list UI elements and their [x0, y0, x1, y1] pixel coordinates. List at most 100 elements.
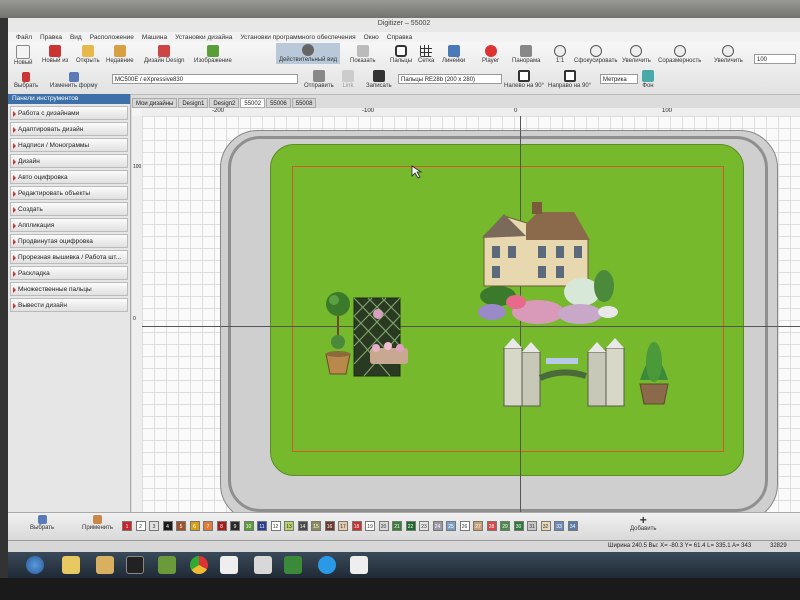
color-swatch[interactable]: 6 [189, 521, 200, 531]
panel-item-cutwork[interactable]: Прорезная вышивка / Работа шт... [10, 250, 128, 264]
tab-design2[interactable]: Design2 [209, 98, 240, 108]
design-canvas[interactable] [142, 116, 800, 512]
menu-window[interactable]: Окно [364, 34, 379, 41]
color-swatch[interactable]: 10 [243, 521, 254, 531]
gate-motif[interactable] [503, 338, 625, 407]
excel-icon[interactable] [284, 556, 302, 574]
hoops-button[interactable]: Пальцы [390, 45, 412, 64]
color-swatch[interactable]: 4 [162, 521, 173, 531]
color-swatch[interactable]: 21 [392, 521, 402, 531]
zoom-in-button[interactable]: Увеличить [622, 45, 651, 64]
color-swatch[interactable]: 1 [122, 521, 132, 531]
machine-select[interactable]: MC500E / eXpressive830 [112, 74, 298, 84]
tab-55002[interactable]: 55002 [240, 98, 266, 108]
real-view-button[interactable]: Действительный вид [276, 43, 341, 64]
color-swatch[interactable]: 19 [365, 521, 375, 531]
zoom-out-button[interactable]: Увеличить [714, 45, 743, 64]
show-button[interactable]: Показать [350, 45, 376, 64]
cypress-pot-motif[interactable] [639, 342, 669, 405]
digitizer-app-icon[interactable] [220, 556, 238, 574]
color-swatch[interactable]: 14 [297, 521, 308, 531]
skype-icon[interactable] [318, 556, 336, 574]
color-swatch[interactable]: 2 [135, 521, 146, 531]
color-swatch[interactable]: 15 [311, 521, 321, 531]
panel-item-design[interactable]: Дизайн [10, 154, 128, 168]
hoop-size-select[interactable]: Пальцы RE28b (200 x 280) [398, 74, 502, 84]
send-button[interactable]: Отправить [304, 70, 334, 89]
image-button[interactable]: Изображение [194, 45, 232, 64]
color-swatch[interactable]: 33 [554, 521, 564, 531]
pen-app-icon[interactable] [158, 556, 176, 574]
grid-button[interactable]: Сетка [418, 45, 434, 64]
start-button-icon[interactable] [26, 556, 44, 574]
panel-item-multi-hoop[interactable]: Множественные пальцы [10, 282, 128, 296]
panel-item-auto-digitize[interactable]: Авто оцифровка [10, 170, 128, 184]
color-swatch[interactable]: 7 [203, 521, 213, 531]
write-button[interactable]: Записать [366, 70, 392, 89]
color-swatch[interactable]: 26 [459, 521, 470, 531]
select-tool-button[interactable]: Выбрать [14, 72, 38, 89]
background-button[interactable]: Фон [642, 70, 654, 89]
panorama-button[interactable]: Панорама [512, 45, 540, 64]
color-swatch[interactable]: 31 [527, 521, 537, 531]
color-swatch[interactable]: 11 [257, 521, 267, 531]
modify-shape-button[interactable]: Изменить форму [50, 72, 98, 89]
zoom-1to1-button[interactable]: 1:1 [554, 45, 566, 64]
units-select[interactable]: Метрика [600, 74, 638, 84]
color-swatch[interactable]: 8 [216, 521, 227, 531]
doc-app-icon[interactable] [254, 556, 272, 574]
color-swatch[interactable]: 17 [338, 521, 348, 531]
color-swatch[interactable]: 23 [419, 521, 429, 531]
panel-item-adapt-design[interactable]: Адаптировать дизайн [10, 122, 128, 136]
tab-55008[interactable]: 55008 [291, 98, 317, 108]
color-swatch[interactable]: 27 [473, 521, 483, 531]
menu-layout[interactable]: Расположение [90, 34, 134, 41]
color-swatch[interactable]: 16 [324, 521, 335, 531]
color-select-button[interactable]: Выбрать [30, 515, 54, 531]
rulers-button[interactable]: Линейки [442, 45, 465, 64]
folder-icon[interactable] [96, 556, 114, 574]
menu-file[interactable]: Файл [16, 34, 32, 41]
link-button[interactable]: Link [342, 70, 354, 89]
add-color-button[interactable]: + Добавить [630, 514, 657, 532]
color-swatch[interactable]: 30 [513, 521, 524, 531]
panel-item-advanced-digitize[interactable]: Продвинутая оцифровка [10, 234, 128, 248]
color-swatch[interactable]: 13 [284, 521, 294, 531]
explorer-icon[interactable] [62, 556, 80, 574]
new-from-button[interactable]: Новый из [42, 45, 68, 64]
player-button[interactable]: Player [482, 45, 499, 64]
menu-software-settings[interactable]: Установки программного обеспечения [240, 34, 355, 41]
trellis-motif[interactable] [353, 297, 408, 377]
recent-button[interactable]: Недавние [106, 45, 134, 64]
color-swatch[interactable]: 28 [486, 521, 497, 531]
color-swatch[interactable]: 18 [351, 521, 362, 531]
rotate-right-button[interactable]: Направо на 90° [548, 70, 591, 89]
panel-item-create[interactable]: Создать [10, 202, 128, 216]
panel-item-applique[interactable]: Аппликация [10, 218, 128, 232]
menu-edit[interactable]: Правка [40, 34, 62, 41]
focus-button[interactable]: Сфокусировать [574, 45, 617, 64]
panel-item-work-with-designs[interactable]: Работа с дизайнами [10, 106, 128, 120]
color-swatch[interactable]: 20 [378, 521, 389, 531]
house-motif[interactable] [478, 202, 618, 324]
color-swatch[interactable]: 3 [149, 521, 159, 531]
design-button[interactable]: Дизайн Design [144, 45, 185, 64]
embroidery-design[interactable] [142, 116, 800, 512]
tab-design1[interactable]: Design1 [178, 98, 209, 108]
rotate-left-button[interactable]: Налево на 90° [504, 70, 544, 89]
tab-55006[interactable]: 55006 [266, 98, 291, 108]
topiary-pot-motif[interactable] [325, 292, 351, 375]
open-button[interactable]: Открыть [76, 45, 100, 64]
color-swatch[interactable]: 32 [540, 521, 551, 531]
color-swatch[interactable]: 12 [270, 521, 281, 531]
color-swatch[interactable]: 22 [405, 521, 416, 531]
color-swatch[interactable]: 9 [230, 521, 240, 531]
color-swatch[interactable]: 29 [500, 521, 510, 531]
panel-item-layout[interactable]: Раскладка [10, 266, 128, 280]
color-apply-button[interactable]: Применить [82, 515, 113, 531]
tab-my-designs[interactable]: Мои дизайны [132, 98, 178, 108]
color-swatch[interactable]: 34 [567, 521, 578, 531]
panel-item-edit-objects[interactable]: Редактировать объекты [10, 186, 128, 200]
panel-item-output-design[interactable]: Вывести дизайн [10, 298, 128, 312]
menu-view[interactable]: Вид [70, 34, 82, 41]
